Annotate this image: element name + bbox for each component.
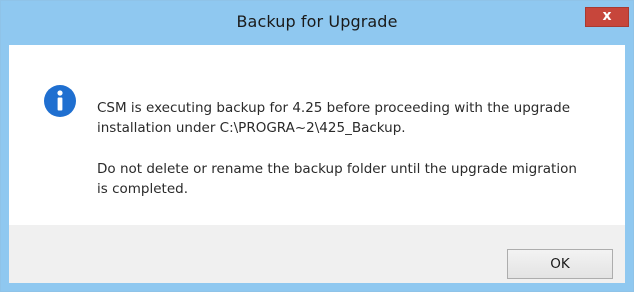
message-text-warning: Do not delete or rename the backup folde… [97,161,577,197]
button-bar: OK [9,225,625,283]
message-text-backup: CSM is executing backup for 4.25 before … [97,100,571,136]
window-frame-bottom [1,283,633,291]
window-frame-left [1,45,9,291]
dialog-window: Backup for Upgrade x CSM is executing ba… [0,0,634,292]
info-icon [44,85,76,117]
title-bar[interactable]: Backup for Upgrade x [1,1,633,45]
ok-button[interactable]: OK [507,249,613,279]
close-button[interactable]: x [585,7,629,27]
window-frame-right [625,45,633,291]
dialog-title: Backup for Upgrade [236,12,398,31]
message-area: CSM is executing backup for 4.25 before … [9,45,625,225]
